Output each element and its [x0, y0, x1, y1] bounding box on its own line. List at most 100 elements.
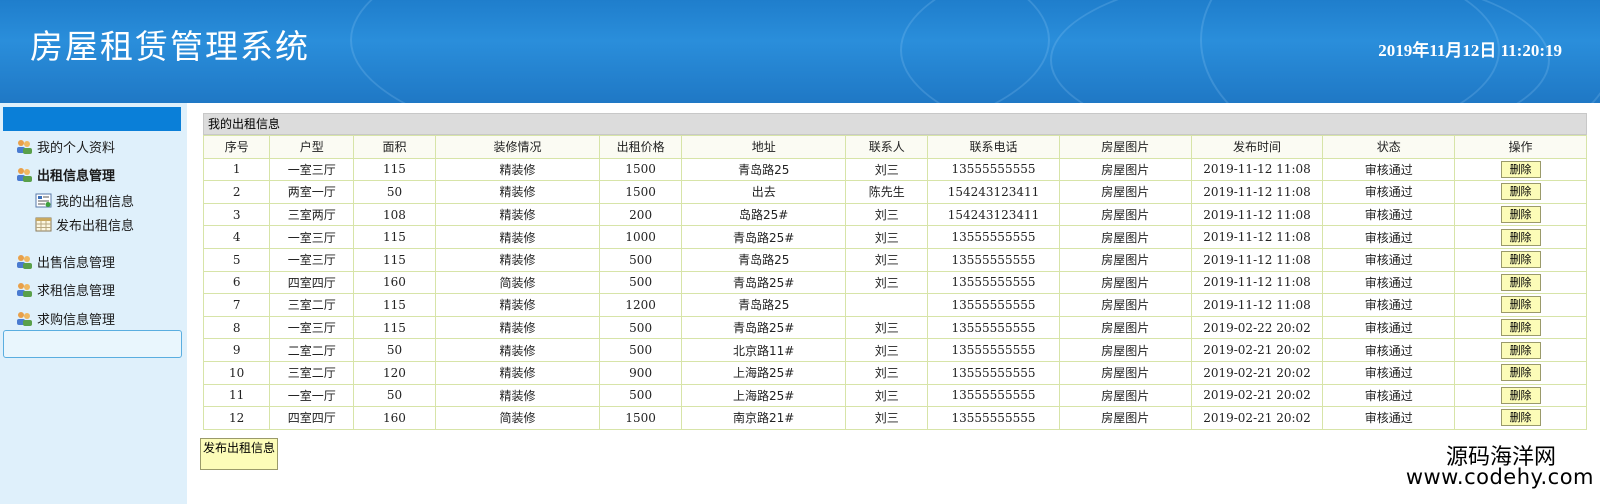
- cell-status: 审核通过: [1322, 157, 1456, 182]
- sidebar-item-label: 求租信息管理: [37, 284, 116, 299]
- cell-img[interactable]: 房屋图片: [1058, 360, 1192, 385]
- sidebar-item-label: 求购信息管理: [37, 313, 116, 328]
- sidebar-item-my-rentals[interactable]: 我的出租信息: [35, 191, 134, 210]
- cell-area: 115: [353, 247, 436, 272]
- cell-status: 审核通过: [1322, 406, 1456, 430]
- sidebar-empty-box: [3, 330, 182, 358]
- sidebar-item-profile[interactable]: 我的个人资料: [16, 137, 115, 156]
- cell-price: 1000: [599, 225, 682, 249]
- cell-img[interactable]: 房屋图片: [1058, 383, 1192, 408]
- cell-op: 删除: [1454, 338, 1587, 362]
- cell-type: 一室三厅: [269, 225, 355, 249]
- publish-rental-button[interactable]: 发布出租信息: [200, 438, 278, 470]
- cell-img[interactable]: 房屋图片: [1058, 157, 1192, 182]
- delete-button[interactable]: 删除: [1500, 409, 1541, 427]
- column-header: 房屋图片: [1058, 135, 1192, 159]
- cell-decor: 精装修: [434, 247, 601, 272]
- cell-phone: 154243123411: [927, 202, 1060, 227]
- delete-button[interactable]: 删除: [1500, 319, 1541, 337]
- cell-area: 120: [353, 360, 436, 385]
- cell-type: 四室四厅: [269, 406, 355, 430]
- cell-op: 删除: [1454, 383, 1587, 408]
- sidebar-item-want-rent-manage[interactable]: 求租信息管理: [16, 280, 115, 299]
- sidebar: 我的个人资料 出租信息管理 我的出租信息 发布出租信息 出售信息管理 求租信息管…: [0, 103, 187, 504]
- delete-button[interactable]: 删除: [1500, 228, 1541, 246]
- delete-button[interactable]: 删除: [1500, 206, 1541, 224]
- sidebar-item-rent-manage[interactable]: 出租信息管理: [16, 165, 115, 184]
- cell-contact: 刘三: [845, 338, 929, 362]
- app-title: 房屋租赁管理系统: [30, 27, 310, 66]
- sidebar-item-label: 我的个人资料: [37, 141, 116, 156]
- cell-no: 9: [202, 338, 271, 362]
- cell-no: 12: [202, 406, 271, 430]
- cell-status: 审核通过: [1322, 247, 1456, 272]
- table-row: 2 两室一厅 50 精装修 1500 出去 陈先生 154243123411 房屋图片 2019-…: [202, 180, 1587, 204]
- table-row: 8 一室三厅 115 精装修 500 青岛路25# 刘三 13555555555 房屋图片 201…: [202, 315, 1587, 340]
- cell-img[interactable]: 房屋图片: [1058, 293, 1192, 317]
- delete-button[interactable]: 删除: [1500, 183, 1541, 201]
- cell-no: 11: [202, 383, 271, 408]
- cell-type: 二室二厅: [269, 338, 355, 362]
- delete-button[interactable]: 删除: [1500, 160, 1541, 178]
- cell-contact: 刘三: [845, 315, 929, 340]
- cell-type: 一室三厅: [269, 157, 355, 182]
- cell-decor: 简装修: [434, 406, 601, 430]
- cell-img[interactable]: 房屋图片: [1058, 315, 1192, 340]
- column-header: 序号: [202, 135, 271, 159]
- table-row: 5 一室三厅 115 精装修 500 青岛路25 刘三 13555555555 房屋图片 2019…: [202, 247, 1587, 272]
- delete-button[interactable]: 删除: [1500, 296, 1541, 314]
- cell-area: 50: [353, 383, 436, 408]
- cell-area: 50: [353, 180, 436, 204]
- cell-no: 10: [202, 360, 271, 385]
- cell-contact: 陈先生: [845, 180, 929, 204]
- cell-decor: 精装修: [434, 293, 601, 317]
- cell-area: 115: [353, 315, 436, 340]
- cell-op: 删除: [1454, 293, 1587, 317]
- column-header: 状态: [1322, 135, 1456, 159]
- delete-button[interactable]: 删除: [1500, 364, 1541, 382]
- cell-addr: 出去: [680, 180, 847, 204]
- cell-decor: 精装修: [434, 157, 601, 182]
- column-header: 操作: [1454, 135, 1587, 159]
- cell-phone: 13555555555: [927, 315, 1060, 340]
- cell-img[interactable]: 房屋图片: [1058, 270, 1192, 295]
- cell-img[interactable]: 房屋图片: [1058, 247, 1192, 272]
- cell-phone: 13555555555: [927, 270, 1060, 295]
- cell-addr: 岛路25#: [680, 202, 847, 227]
- sidebar-item-sale-manage[interactable]: 出售信息管理: [16, 252, 115, 271]
- cell-time: 2019-11-12 11:08: [1190, 180, 1324, 204]
- cell-no: 5: [202, 247, 271, 272]
- cell-addr: 上海路25#: [680, 360, 847, 385]
- cell-img[interactable]: 房屋图片: [1058, 180, 1192, 204]
- sidebar-item-want-buy-manage[interactable]: 求购信息管理: [16, 309, 115, 328]
- delete-button[interactable]: 删除: [1500, 273, 1541, 291]
- cell-decor: 简装修: [434, 270, 601, 295]
- delete-button[interactable]: 删除: [1500, 386, 1541, 404]
- table-row: 9 二室二厅 50 精装修 500 北京路11# 刘三 13555555555 房屋图片 2019…: [202, 338, 1587, 362]
- cell-type: 一室三厅: [269, 247, 355, 272]
- cell-img[interactable]: 房屋图片: [1058, 202, 1192, 227]
- cell-op: 删除: [1454, 406, 1587, 430]
- sidebar-item-label: 出租信息管理: [37, 169, 116, 184]
- cell-op: 删除: [1454, 202, 1587, 227]
- cell-price: 1500: [599, 157, 682, 182]
- main-content: 我的出租信息 序号 户型 面积 装修情况 出租价格 地址 联系人 联系电话 房屋…: [202, 113, 1587, 430]
- cell-phone: 13555555555: [927, 338, 1060, 362]
- header-datetime: 2019年11月12日 11:20:19: [1378, 41, 1562, 60]
- cell-op: 删除: [1454, 157, 1587, 182]
- sidebar-item-publish-rental[interactable]: 发布出租信息: [35, 215, 134, 234]
- cell-img[interactable]: 房屋图片: [1058, 406, 1192, 430]
- table-row: 12 四室四厅 160 简装修 1500 南京路21# 刘三 13555555555 房屋图片 2…: [202, 406, 1587, 430]
- delete-button[interactable]: 删除: [1500, 341, 1541, 359]
- cell-time: 2019-11-12 11:08: [1190, 293, 1324, 317]
- cell-area: 160: [353, 270, 436, 295]
- cell-contact: 刘三: [845, 247, 929, 272]
- column-header: 联系人: [845, 135, 929, 159]
- cell-phone: 13555555555: [927, 225, 1060, 249]
- cell-no: 3: [202, 202, 271, 227]
- cell-img[interactable]: 房屋图片: [1058, 338, 1192, 362]
- delete-button[interactable]: 删除: [1500, 251, 1541, 269]
- users-icon: [17, 255, 32, 269]
- cell-img[interactable]: 房屋图片: [1058, 225, 1192, 249]
- cell-addr: 青岛路25#: [680, 270, 847, 295]
